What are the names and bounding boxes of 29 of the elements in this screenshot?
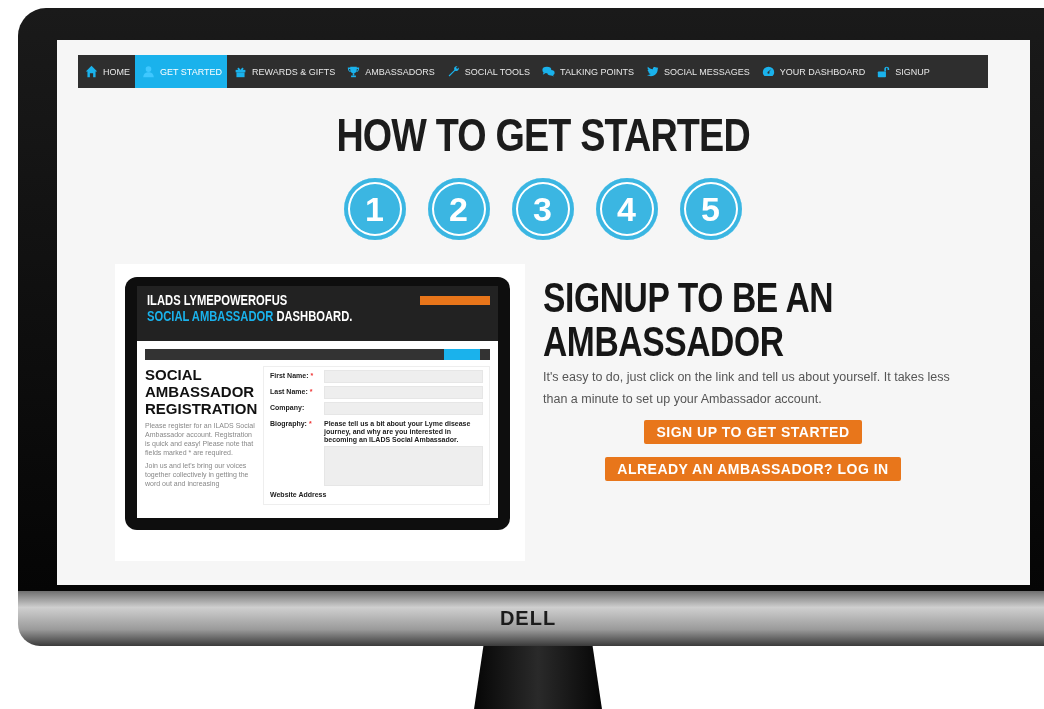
registration-heading: SOCIAL AMBASSADOR REGISTRATION (145, 366, 257, 417)
input-field[interactable] (324, 402, 483, 415)
text-area[interactable] (324, 446, 483, 486)
nav-link[interactable]: SOCIAL TOOLS (439, 55, 536, 88)
gift-icon (234, 65, 247, 78)
preview-subtitle: SOCIAL AMBASSADOR (147, 308, 274, 324)
nav-link[interactable]: SIGNUP (870, 55, 935, 88)
user-icon (142, 65, 155, 78)
gauge-icon (761, 65, 775, 78)
bird-icon (645, 65, 659, 78)
nav-link[interactable]: AMBASSADORS (340, 55, 440, 88)
nav-link[interactable]: REWARDS & GIFTS (227, 55, 341, 88)
brand-logo: DELL (499, 607, 557, 630)
preview-title: ILADS LYMEPOWEROFUS (147, 292, 289, 308)
preview-subtitle: DASHBOARD. (276, 308, 353, 324)
input-field[interactable] (324, 386, 483, 399)
input-field[interactable] (324, 370, 483, 383)
signup-text: It's easy to do, just click on the link and tell us about yourself. It takes less than a minute to set up your Ambassador account. (543, 369, 951, 408)
page-heading: HOW TO GET STARTED (336, 112, 751, 158)
nav-link[interactable]: TALKING POINTS (535, 55, 639, 88)
lock-icon (877, 65, 891, 78)
wrench-icon (446, 65, 460, 78)
nav-link[interactable]: HOME (78, 55, 135, 88)
home-icon (85, 65, 98, 78)
nav-link[interactable]: SOCIAL MESSAGES (638, 55, 755, 88)
nav-link[interactable]: YOUR DASHBOARD (754, 55, 871, 88)
chat-icon (542, 65, 556, 78)
trophy-icon (347, 65, 361, 78)
signup-heading: SIGNUP TO BE AN AMBASSADOR (543, 276, 835, 364)
